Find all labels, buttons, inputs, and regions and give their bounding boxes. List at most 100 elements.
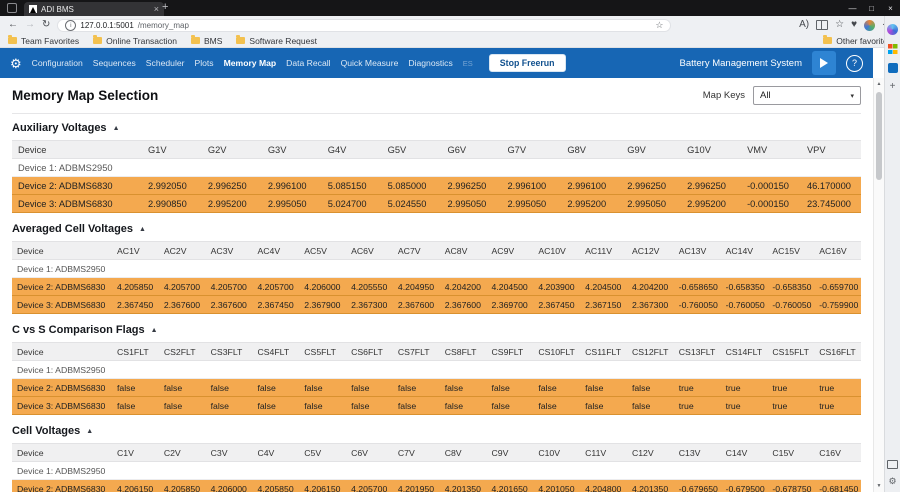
- minimize-icon[interactable]: —: [843, 0, 862, 16]
- refresh-icon[interactable]: ↻: [42, 20, 50, 30]
- column-header: AC14V: [721, 242, 768, 260]
- table-row[interactable]: Device 3: ADBMS68302.9908502.9952002.995…: [12, 195, 861, 213]
- read-aloud-icon[interactable]: A): [799, 20, 809, 30]
- value-cell: true: [674, 397, 721, 415]
- value-cell: 2.996250: [681, 177, 741, 195]
- value-cell: 4.201950: [393, 480, 440, 492]
- value-cell: false: [393, 379, 440, 397]
- value-cell: [674, 260, 721, 278]
- new-tab-icon[interactable]: +: [162, 1, 168, 13]
- collapse-icon[interactable]: ▲: [151, 327, 158, 334]
- column-header: AC3V: [206, 242, 253, 260]
- workspace-icon[interactable]: [7, 3, 17, 13]
- other-favorites[interactable]: Other favorites: [823, 36, 892, 46]
- column-header: CS2FLT: [159, 343, 206, 361]
- table-row[interactable]: Device 2: ADBMS68302.9920502.9962502.996…: [12, 177, 861, 195]
- value-cell: false: [346, 397, 393, 415]
- column-header: Device: [12, 141, 142, 159]
- data-table: DeviceC1VC2VC3VC4VC5VC6VC7VC8VC9VC10VC11…: [12, 443, 861, 492]
- column-header: G8V: [561, 141, 621, 159]
- value-cell: 2.367450: [533, 296, 580, 314]
- screenshot-icon[interactable]: [887, 460, 898, 469]
- device-cell: Device 2: ADBMS6830: [12, 379, 112, 397]
- scroll-up-icon[interactable]: ▲: [874, 81, 884, 87]
- value-cell: false: [487, 379, 534, 397]
- address-bar[interactable]: i 127.0.0.1:5001 /memory_map ☆: [57, 19, 671, 32]
- bookmark-item[interactable]: Online Transaction: [93, 36, 177, 46]
- value-cell: [346, 361, 393, 379]
- device-cell: Device 1: ADBMS2950: [12, 462, 112, 480]
- essentials-icon[interactable]: ♥: [851, 20, 857, 30]
- bookmark-item[interactable]: BMS: [191, 36, 222, 46]
- table-row[interactable]: Device 2: ADBMS68304.2061504.2058504.206…: [12, 480, 861, 492]
- column-header: C1V: [112, 444, 159, 462]
- bookmark-item[interactable]: Software Request: [236, 36, 317, 46]
- table-row[interactable]: Device 1: ADBMS2950: [12, 260, 861, 278]
- nav-item-quick-measure[interactable]: Quick Measure: [341, 58, 399, 68]
- url-host: 127.0.0.1:5001: [80, 21, 133, 30]
- sidebar-add-icon[interactable]: +: [890, 82, 896, 92]
- scroll-down-icon[interactable]: ▼: [874, 483, 884, 489]
- table-row[interactable]: Device 2: ADBMS68304.2058504.2057004.205…: [12, 278, 861, 296]
- nav-item-plots[interactable]: Plots: [195, 58, 214, 68]
- table-row[interactable]: Device 1: ADBMS2950: [12, 159, 861, 177]
- nav-item-configuration[interactable]: Configuration: [32, 58, 83, 68]
- stop-freerun-button[interactable]: Stop Freerun: [489, 54, 566, 72]
- help-icon[interactable]: ?: [846, 55, 863, 72]
- column-header: AC4V: [252, 242, 299, 260]
- value-cell: [533, 462, 580, 480]
- value-cell: false: [580, 397, 627, 415]
- table-row[interactable]: Device 3: ADBMS68302.3674502.3676002.367…: [12, 296, 861, 314]
- table-row[interactable]: Device 3: ADBMS6830falsefalsefalsefalsef…: [12, 397, 861, 415]
- value-cell: 46.170000: [801, 177, 861, 195]
- browser-tab[interactable]: ADI BMS ×: [24, 2, 164, 16]
- microsoft365-icon[interactable]: [888, 44, 898, 54]
- split-screen-icon[interactable]: [816, 20, 828, 30]
- column-header: AC11V: [580, 242, 627, 260]
- nav-item-data-recall[interactable]: Data Recall: [286, 58, 330, 68]
- table-row[interactable]: Device 1: ADBMS2950: [12, 361, 861, 379]
- favorites-icon[interactable]: ☆: [835, 20, 844, 30]
- outlook-icon[interactable]: [888, 63, 898, 73]
- collapse-icon[interactable]: ▲: [139, 226, 146, 233]
- copilot-icon[interactable]: [887, 24, 898, 35]
- collapse-icon[interactable]: ▲: [86, 428, 93, 435]
- value-cell: [814, 462, 861, 480]
- column-header: C5V: [299, 444, 346, 462]
- map-keys-select[interactable]: All ▾: [753, 86, 861, 105]
- column-header: CS11FLT: [580, 343, 627, 361]
- maximize-icon[interactable]: □: [862, 0, 881, 16]
- settings-gear-icon[interactable]: ⚙: [10, 57, 22, 70]
- value-cell: 4.204800: [580, 480, 627, 492]
- table-row[interactable]: Device 1: ADBMS2950: [12, 462, 861, 480]
- value-cell: [533, 260, 580, 278]
- collapse-icon[interactable]: ▲: [113, 125, 120, 132]
- table-row[interactable]: Device 2: ADBMS6830falsefalsefalsefalsef…: [12, 379, 861, 397]
- forward-icon[interactable]: →: [25, 20, 35, 30]
- favorite-star-icon[interactable]: ☆: [655, 20, 663, 31]
- data-table: DeviceAC1VAC2VAC3VAC4VAC5VAC6VAC7VAC8VAC…: [12, 241, 861, 314]
- map-keys-label: Map Keys: [703, 90, 745, 101]
- page-scrollbar[interactable]: ▲ ▼: [873, 78, 884, 492]
- run-button[interactable]: [812, 51, 836, 75]
- nav-item-diagnostics[interactable]: Diagnostics: [408, 58, 452, 68]
- back-icon[interactable]: ←: [8, 20, 18, 30]
- nav-item-scheduler[interactable]: Scheduler: [146, 58, 185, 68]
- scrollbar-thumb[interactable]: [876, 92, 882, 180]
- value-cell: 2.367450: [112, 296, 159, 314]
- value-cell: false: [252, 379, 299, 397]
- page-info-icon[interactable]: i: [65, 20, 76, 31]
- nav-items: Configuration Sequences Scheduler Plots Memo…: [32, 58, 453, 68]
- value-cell: [252, 260, 299, 278]
- nav-item-sequences[interactable]: Sequences: [93, 58, 136, 68]
- nav-item-memory-map[interactable]: Memory Map: [224, 58, 277, 68]
- value-cell: [501, 159, 561, 177]
- column-header: C2V: [159, 444, 206, 462]
- value-cell: 4.206150: [112, 480, 159, 492]
- sidebar-settings-icon[interactable]: ⚙: [888, 477, 896, 486]
- tab-close-icon[interactable]: ×: [154, 4, 159, 14]
- value-cell: [440, 462, 487, 480]
- close-icon[interactable]: ×: [881, 0, 900, 16]
- profile-avatar[interactable]: [864, 20, 875, 31]
- bookmark-item[interactable]: Team Favorites: [8, 36, 79, 46]
